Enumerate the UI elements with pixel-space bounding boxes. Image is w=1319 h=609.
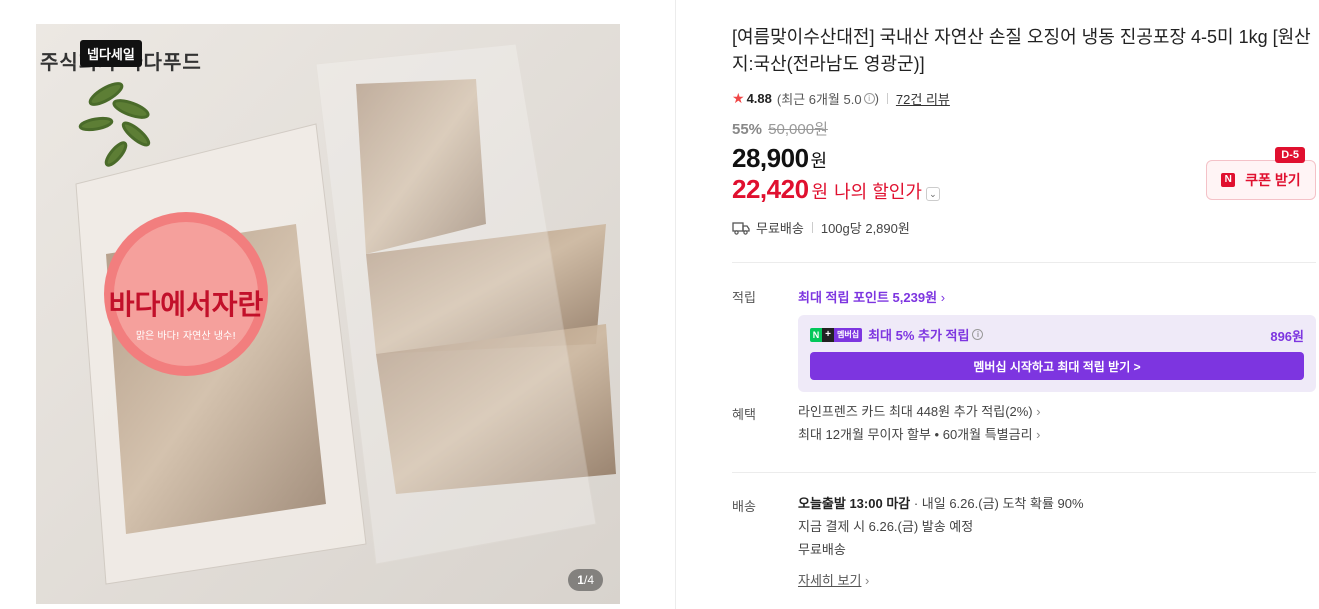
my-price-unit: 원 [811,182,829,202]
truck-icon [732,221,750,235]
shipping-fee: 무료배송 [756,221,804,236]
product-photo: 바다에서자란 맑은 바다! 자연산 냉수! [36,24,620,604]
shipping-row: 무료배송 100g당 2,890원 [732,218,1316,237]
review-link[interactable]: 72건 리뷰 [896,89,950,108]
my-discount-price: 22,420 [732,174,809,204]
plus-icon: + [822,327,834,342]
coupon-dday-badge: D-5 [1275,147,1305,163]
max-point-text: 최대 적립 포인트 5,239원 [798,290,938,305]
delivery-body: 오늘출발 13:00 마감 · 내일 6.26.(금) 도착 확률 90% 지금… [798,492,1316,592]
delivery-dispatch: 지금 결제 시 6.26.(금) 발송 예정 [798,519,974,534]
section-divider [732,472,1316,473]
coupon-label: 쿠폰 받기 [1245,172,1301,188]
delivery-today-row: 오늘출발 13:00 마감 · 내일 6.26.(금) 도착 확률 90% [798,492,1316,515]
chevron-right-icon: › [940,290,946,305]
benefit-card-link[interactable]: 라인프렌즈 카드 최대 448원 추가 적립(2%) › [798,400,1316,423]
chevron-right-icon: › [1036,404,1041,419]
max-point-link[interactable]: 최대 적립 포인트 5,239원 › [798,287,1316,306]
chevron-right-icon: › [1036,427,1041,442]
product-info: [여름맞이수산대전] 국내산 자연산 손질 오징어 냉동 진공포장 4-5미 1… [732,24,1316,237]
naver-n-icon: N [810,327,822,342]
delivery-today: 오늘출발 13:00 마감 [798,496,911,511]
benefit-installment-link[interactable]: 최대 12개월 무이자 할부 • 60개월 특별금리 › [798,423,1316,446]
my-price-label: 나의 할인가 [834,182,922,202]
star-icon: ★ [732,90,745,106]
chevron-right-icon: › [865,573,870,588]
naver-n-icon: N [1221,173,1236,187]
rating-score: 4.88 [746,91,772,106]
npay-membership-badge: N + 멤버십 [810,327,863,342]
panel-divider [675,0,676,609]
membership-start-button[interactable]: 멤버십 시작하고 최대 적립 받기 > [810,352,1304,380]
counter-current: 1 [577,573,584,587]
points-body: 최대 적립 포인트 5,239원 › N + 멤버십 최대 5% 추가 적립 i… [798,287,1316,392]
benefits-label: 혜택 [732,407,756,422]
package-sublabel: 맑은 바다! 자연산 냉수! [136,330,236,342]
detail-link-text: 자세히 보기 [798,573,862,588]
sale-badge: 넵다세일 [80,40,142,67]
section-divider [732,262,1316,263]
rating-recent-close: ) [874,91,879,106]
original-price: 50,000원 [768,121,828,138]
benefits-body: 라인프렌즈 카드 최대 448원 추가 적립(2%) › 최대 12개월 무이자… [798,400,1316,446]
counter-total: 4 [587,573,594,587]
unit-price: 100g당 2,890원 [820,221,910,236]
rating-recent: (최근 6개월 5.0 [776,92,862,107]
delivery-label: 배송 [732,499,756,514]
sale-price: 28,900 [732,143,809,173]
coupon-button[interactable]: D-5 N 쿠폰 받기 [1206,147,1316,200]
package-label: 바다에서자란 [109,288,264,321]
chevron-down-icon[interactable]: ⌄ [925,187,940,201]
membership-row: N + 멤버십 최대 5% 추가 적립 i [810,325,1304,344]
discount-percent: 55% [732,121,763,138]
divider [886,93,888,104]
membership-badge-text: 멤버십 [834,327,863,342]
product-title: [여름맞이수산대전] 국내산 자연산 손질 오징어 냉동 진공포장 4-5미 1… [732,27,1311,74]
info-icon[interactable]: i [863,93,875,104]
original-price-row: 55% 50,000원 [732,118,1316,139]
benefit-card-text: 라인프렌즈 카드 최대 448원 추가 적립(2%) [798,404,1033,419]
image-page-counter: 1/4 [568,569,603,591]
price-block: 55% 50,000원 28,900 원 22,420 원 나의 할인가 ⌄ D… [732,118,1316,205]
sale-price-unit: 원 [810,151,828,171]
benefit-installment-text: 최대 12개월 무이자 할부 • 60개월 특별금리 [798,427,1033,442]
membership-amount: 896원 [1270,329,1304,344]
product-image[interactable]: 바다에서자란 맑은 바다! 자연산 냉수! 주식회사 바다푸드 넵다세일 1/4 [36,24,620,604]
points-label: 적립 [732,290,756,305]
divider [811,222,813,233]
delivery-detail-link[interactable]: 자세히 보기 › [798,569,1316,592]
delivery-arrival: · 내일 6.26.(금) 도착 확률 90% [913,496,1084,511]
rating-row: ★ 4.88 (최근 6개월 5.0 i ) 72건 리뷰 [732,89,1316,108]
delivery-fee: 무료배송 [798,542,846,557]
membership-box: N + 멤버십 최대 5% 추가 적립 i 896원 멤버십 시작하고 최대 적… [798,315,1316,392]
info-icon[interactable]: i [972,329,984,340]
membership-text: 최대 5% 추가 적립 [868,328,970,343]
